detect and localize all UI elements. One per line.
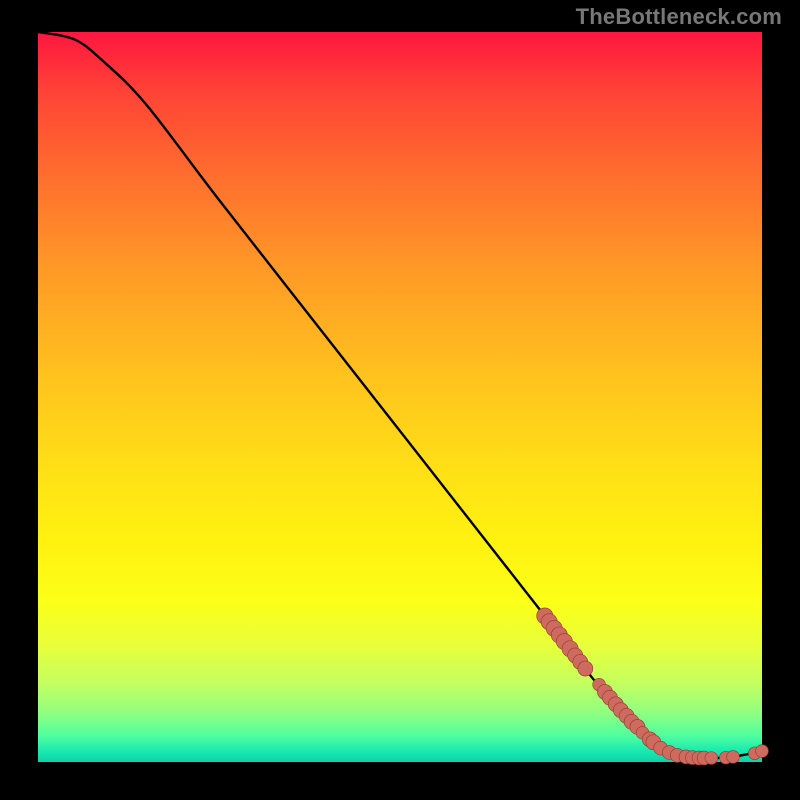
curve-line	[38, 32, 762, 758]
data-dot	[756, 745, 769, 758]
data-dots	[537, 608, 769, 765]
chart-frame: TheBottleneck.com	[0, 0, 800, 800]
watermark-text: TheBottleneck.com	[576, 4, 782, 30]
data-dot	[705, 752, 718, 765]
data-dot	[578, 661, 593, 676]
chart-svg	[38, 32, 762, 762]
plot-area	[38, 32, 762, 762]
data-dot	[727, 751, 740, 764]
